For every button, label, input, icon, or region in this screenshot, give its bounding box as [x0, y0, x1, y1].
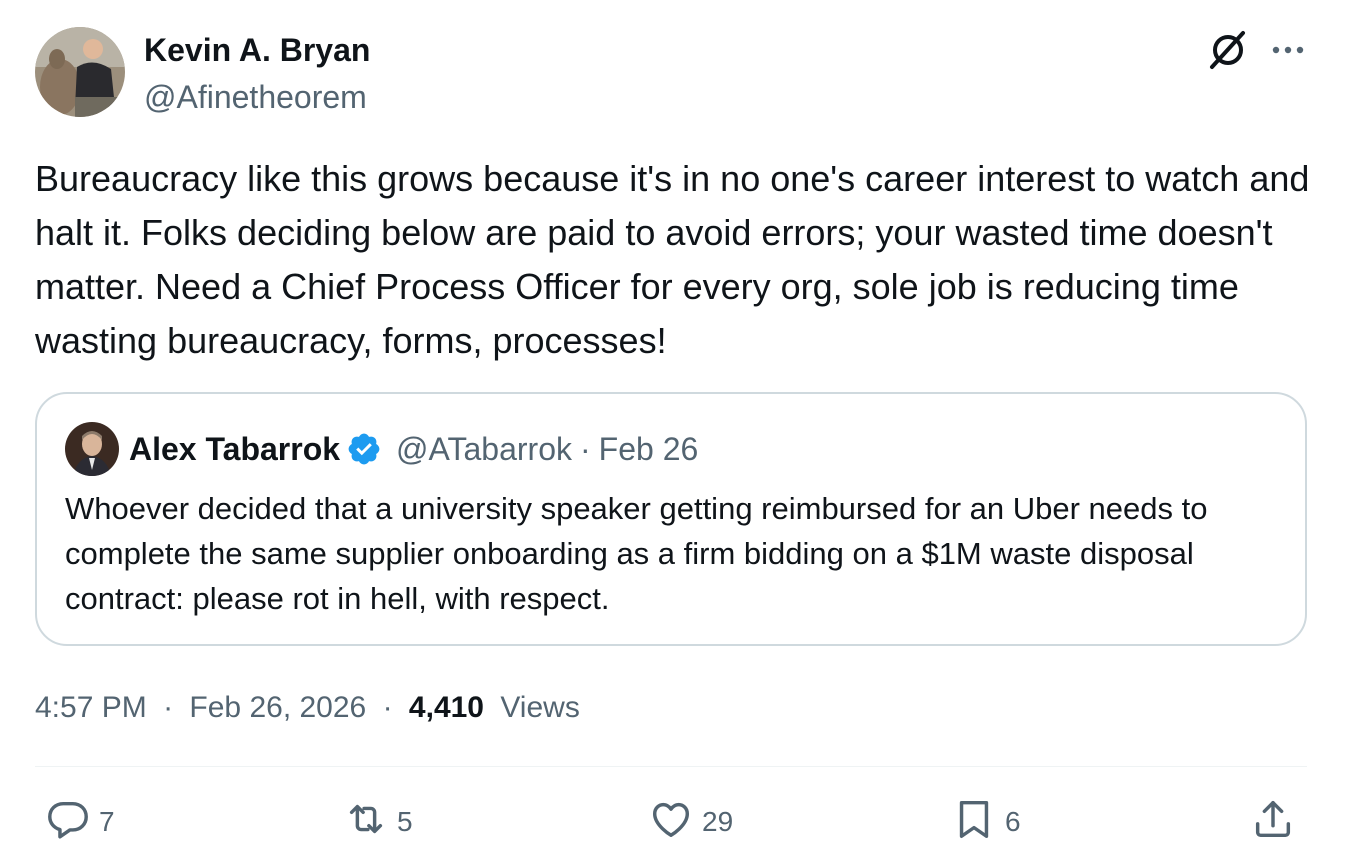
quote-avatar[interactable] [65, 422, 119, 476]
grok-icon[interactable] [1205, 27, 1251, 73]
quote-header: Alex Tabarrok @ATabarrok · Feb 26 [129, 427, 698, 471]
quote-author-name[interactable]: Alex Tabarrok [129, 431, 340, 468]
tweet-meta: 4:57 PM · Feb 26, 2026 · 4,410 Views [35, 688, 580, 728]
reply-count: 7 [99, 806, 115, 837]
quote-date[interactable]: Feb 26 [599, 431, 699, 468]
retweet-count: 5 [397, 806, 413, 837]
retweet-button[interactable]: 5 [343, 795, 413, 849]
share-icon [1250, 796, 1296, 849]
tweet: Kevin A. Bryan @Afinetheorem Bureaucracy… [0, 0, 1347, 864]
bookmark-button[interactable]: 6 [951, 795, 1021, 849]
meta-separator: · [382, 691, 393, 724]
quote-text: Whoever decided that a university speake… [65, 491, 1208, 616]
like-icon [648, 796, 694, 849]
verified-icon [346, 431, 382, 467]
tweet-date[interactable]: Feb 26, 2026 [189, 691, 366, 724]
author-handle[interactable]: @Afinetheorem [144, 77, 367, 117]
tweet-time[interactable]: 4:57 PM [35, 691, 147, 724]
views-label: Views [500, 691, 580, 724]
reply-button[interactable]: 7 [45, 795, 115, 849]
quote-tweet-card[interactable]: Alex Tabarrok @ATabarrok · Feb 26 Whoeve… [35, 392, 1307, 646]
more-icon[interactable] [1268, 30, 1308, 70]
views-count: 4,410 [408, 691, 484, 724]
reply-icon [45, 796, 91, 849]
retweet-icon [343, 796, 389, 849]
quote-separator: · [580, 430, 591, 467]
share-button[interactable] [1250, 795, 1296, 849]
divider [35, 766, 1307, 767]
quote-author-handle[interactable]: @ATabarrok [396, 431, 572, 468]
author-avatar[interactable] [35, 27, 125, 117]
meta-separator: · [163, 691, 174, 724]
bookmark-count: 6 [1005, 806, 1021, 837]
author-name[interactable]: Kevin A. Bryan [144, 30, 370, 70]
tweet-text: Bureaucracy like this grows because it's… [35, 158, 1310, 361]
like-button[interactable]: 29 [648, 795, 733, 849]
bookmark-icon [951, 796, 997, 849]
like-count: 29 [702, 806, 734, 837]
